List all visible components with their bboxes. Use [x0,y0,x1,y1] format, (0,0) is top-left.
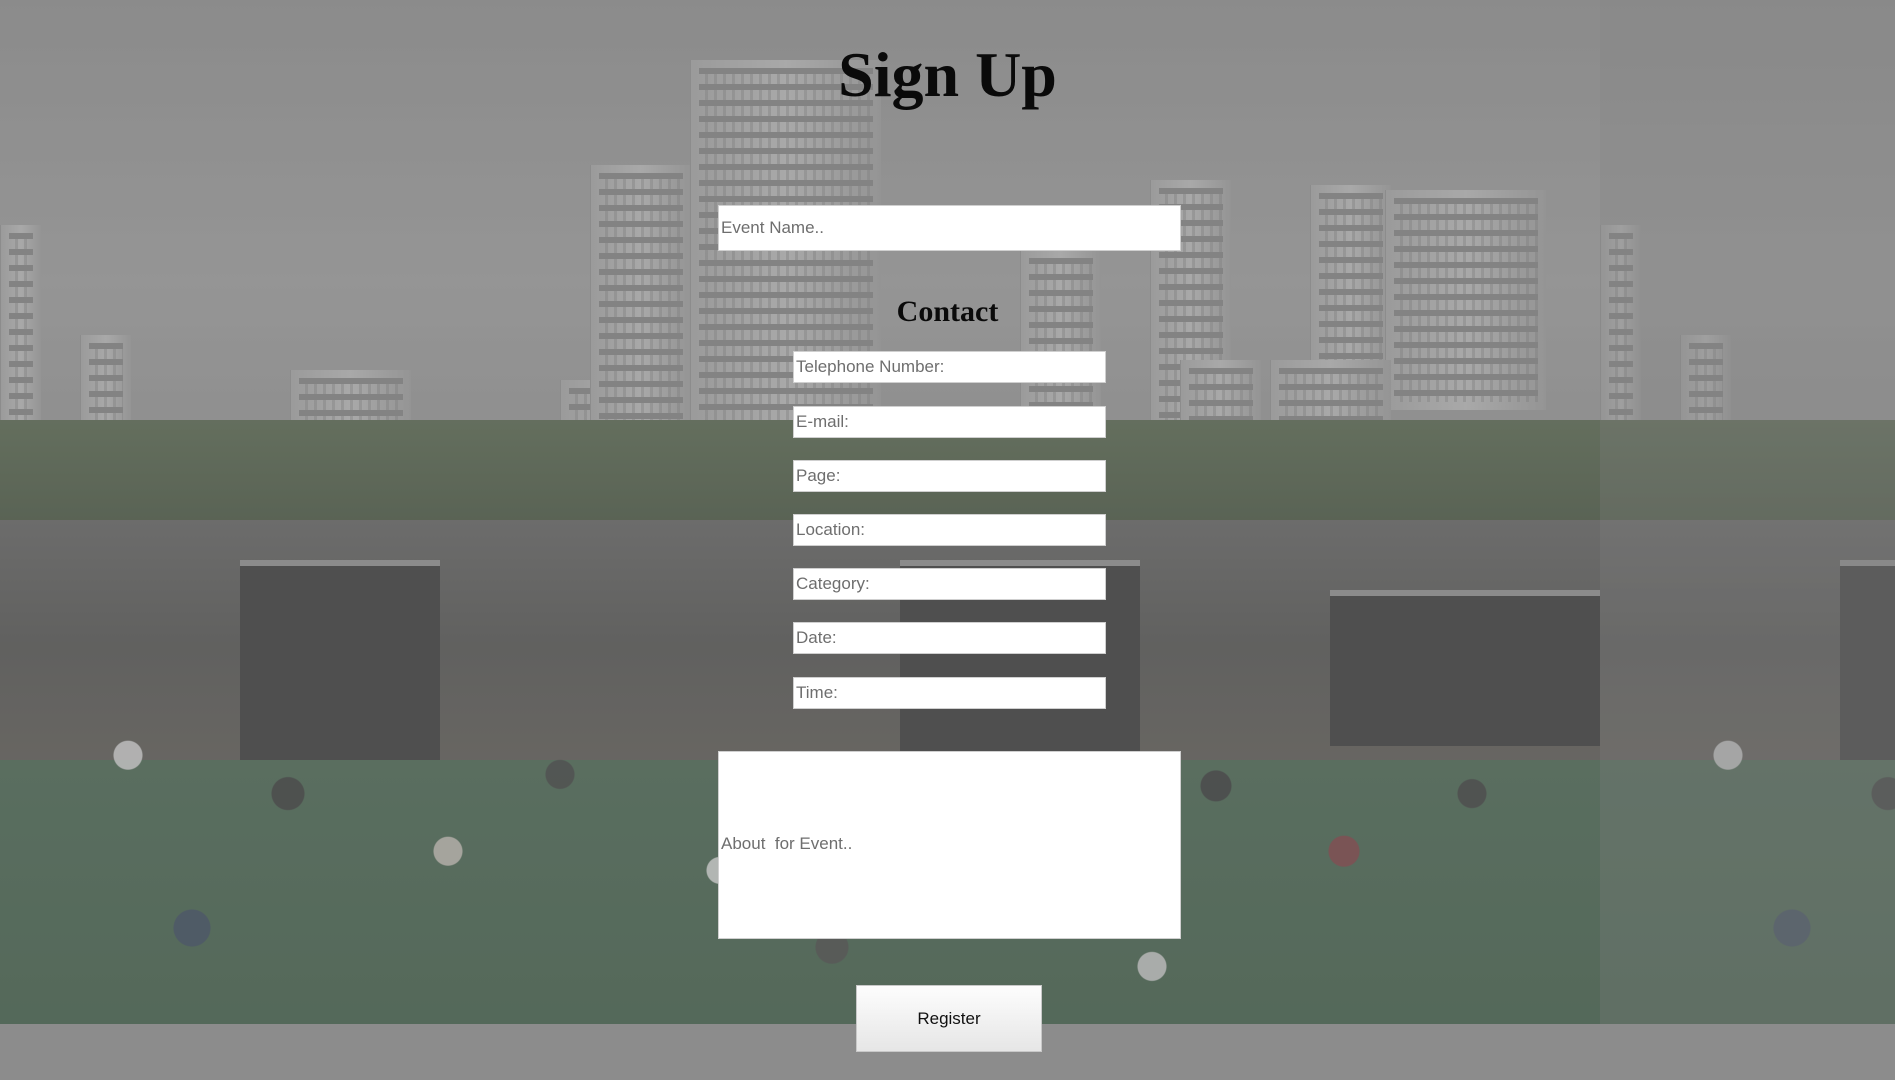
event-name-input[interactable] [718,205,1181,251]
telephone-input[interactable] [793,351,1106,383]
about-event-textarea[interactable] [718,751,1181,939]
register-button[interactable]: Register [856,985,1042,1052]
page-input[interactable] [793,460,1106,492]
contact-heading: Contact [896,295,999,328]
page-title: Sign Up [838,39,1057,110]
page: Sign Up Contact Register [0,0,1895,1080]
background-repeat-overlay [1600,0,1895,1080]
date-input[interactable] [793,622,1106,654]
category-input[interactable] [793,568,1106,600]
time-input[interactable] [793,677,1106,709]
email-input[interactable] [793,406,1106,438]
location-input[interactable] [793,514,1106,546]
